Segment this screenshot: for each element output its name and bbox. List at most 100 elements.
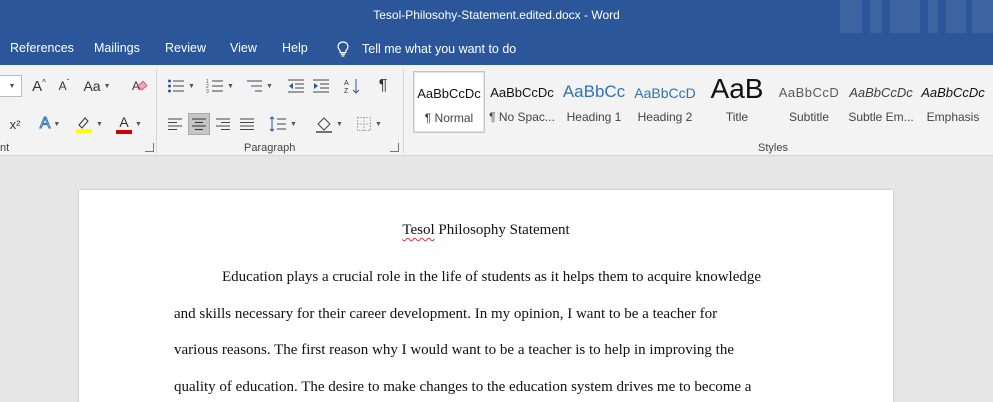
chevron-down-icon: ▼ — [290, 120, 297, 128]
title-bar: Tesol-Philosohy-Statement.edited.docx - … — [0, 0, 993, 33]
align-left-button[interactable] — [164, 113, 186, 135]
align-left-icon — [168, 118, 182, 130]
up-caret-icon: ^ — [42, 77, 46, 87]
justify-icon — [240, 118, 254, 130]
style-sample: AaBbCcDc — [490, 85, 554, 100]
paint-bucket-icon — [316, 117, 333, 133]
tab-mailings[interactable]: Mailings — [94, 41, 140, 55]
ribbon: ▼ A ^ Aˇ Aa ▼ A x² A ▼ ▼ A ▼ nt ▼ 1 2 3 … — [0, 65, 993, 156]
style-heading-2[interactable]: AaBbCcD Heading 2 — [629, 71, 701, 133]
chevron-down-icon: ▼ — [375, 120, 382, 128]
style-name: Title — [725, 110, 749, 124]
style-normal[interactable]: AaBbCcDc ¶ Normal — [413, 71, 485, 133]
decrease-indent-button[interactable] — [285, 75, 307, 97]
style-emphasis[interactable]: AaBbCcDc Emphasis — [917, 71, 989, 133]
style-title[interactable]: AaB Title — [701, 71, 773, 133]
font-color-letter: A — [119, 113, 129, 130]
tell-me-search[interactable]: Tell me what you want to do — [334, 40, 516, 58]
change-case-icon: Aa — [83, 78, 101, 94]
increase-indent-icon — [313, 79, 329, 93]
show-formatting-marks-button[interactable]: ¶ — [372, 75, 394, 97]
numbering-button[interactable]: 1 2 3 ▼ — [204, 75, 236, 97]
font-color-button[interactable]: A ▼ — [112, 113, 146, 135]
align-right-button[interactable] — [212, 113, 234, 135]
text-effects-button[interactable]: A ▼ — [34, 113, 66, 135]
font-color-icon: A — [116, 113, 133, 134]
grow-font-icon: A — [32, 77, 43, 95]
style-name: Emphasis — [926, 110, 980, 124]
borders-icon — [357, 117, 372, 131]
ribbon-tabs: References Mailings Review View Help Tel… — [0, 33, 993, 65]
eraser-icon: A — [132, 79, 148, 93]
multilevel-list-button[interactable]: ▼ — [243, 75, 275, 97]
font-dialog-launcher[interactable] — [145, 143, 154, 152]
chevron-down-icon: ▼ — [336, 120, 343, 128]
document-title-rest: Philosophy Statement — [434, 222, 570, 238]
justify-button[interactable] — [236, 113, 258, 135]
svg-text:A: A — [344, 80, 349, 87]
shrink-font-button[interactable]: Aˇ — [54, 75, 74, 97]
shading-button[interactable]: ▼ — [312, 113, 346, 135]
multilevel-list-icon — [247, 80, 263, 92]
superscript-button[interactable]: x² — [4, 113, 26, 135]
clear-formatting-button[interactable]: A — [128, 75, 150, 97]
body-line: quality of education. The desire to make… — [174, 379, 752, 395]
style-sample: AaBbCcD — [634, 85, 696, 101]
grow-font-button[interactable]: A ^ — [29, 75, 49, 97]
style-sample: AaB — [710, 73, 764, 104]
style-sample: AaBbCcDc — [417, 86, 481, 101]
change-case-button[interactable]: Aa ▼ — [82, 75, 112, 97]
svg-text:Z: Z — [344, 88, 349, 95]
highlight-color-button[interactable]: ▼ — [72, 113, 106, 135]
borders-button[interactable]: ▼ — [352, 113, 386, 135]
svg-text:3: 3 — [206, 89, 209, 94]
tab-references[interactable]: References — [10, 41, 74, 55]
style-name: Subtitle — [788, 110, 830, 124]
sort-icon: AZ — [344, 79, 360, 95]
paragraph-dialog-launcher[interactable] — [390, 143, 399, 152]
styles-group-label: Styles — [758, 142, 788, 154]
style-name: ¶ No Spac... — [489, 110, 555, 124]
bullets-button[interactable]: ▼ — [165, 75, 197, 97]
increase-indent-button[interactable] — [310, 75, 332, 97]
style-sample: AaBbCcDc — [849, 85, 913, 100]
chevron-down-icon: ▼ — [227, 82, 234, 90]
style-heading-1[interactable]: AaBbCc Heading 1 — [558, 71, 630, 133]
align-right-icon — [216, 118, 230, 130]
chevron-down-icon: ▼ — [135, 120, 142, 128]
tab-review[interactable]: Review — [165, 41, 206, 55]
style-sample: AaBbCcDc — [921, 85, 985, 100]
chevron-down-icon: ▼ — [266, 82, 273, 90]
text-effects-icon: A — [39, 115, 51, 133]
tab-view[interactable]: View — [230, 41, 257, 55]
tell-me-label: Tell me what you want to do — [362, 42, 517, 56]
chevron-down-icon: ▼ — [8, 82, 16, 90]
shrink-font-icon: A — [58, 79, 67, 93]
style-subtitle[interactable]: AaBbCcD Subtitle — [773, 71, 845, 133]
misspelled-word[interactable]: Tesol — [402, 222, 434, 238]
line-spacing-button[interactable]: ▼ — [266, 113, 300, 135]
group-separator — [403, 69, 404, 153]
style-no-spacing[interactable]: AaBbCcDc ¶ No Spac... — [486, 71, 558, 133]
style-name: ¶ Normal — [424, 111, 474, 125]
style-sample: AaBbCcD — [778, 85, 840, 100]
lightbulb-icon — [337, 41, 349, 57]
document-page[interactable]: Tesol Philosophy Statement Education pla… — [79, 190, 893, 402]
document-title: Tesol Philosophy Statement — [79, 222, 893, 239]
numbering-icon: 1 2 3 — [206, 79, 224, 94]
body-line: various reasons. The first reason why I … — [174, 342, 735, 358]
down-caret-icon: ˇ — [66, 77, 70, 87]
style-subtle-emphasis[interactable]: AaBbCcDc Subtle Em... — [845, 71, 917, 133]
style-sample: AaBbCc — [562, 82, 626, 101]
font-size-dropdown[interactable]: ▼ — [0, 75, 22, 97]
tab-help[interactable]: Help — [282, 41, 308, 55]
align-center-button[interactable] — [188, 113, 210, 135]
body-line: Education plays a crucial role in the li… — [222, 269, 762, 285]
style-name: Heading 2 — [637, 110, 693, 124]
style-name: Heading 1 — [566, 110, 622, 124]
font-group-label: nt — [0, 142, 10, 154]
body-line: and skills necessary for their career de… — [174, 306, 718, 322]
sort-button[interactable]: AZ — [341, 75, 363, 97]
superscript-icon: x² — [9, 116, 21, 132]
bullets-icon — [168, 79, 185, 93]
